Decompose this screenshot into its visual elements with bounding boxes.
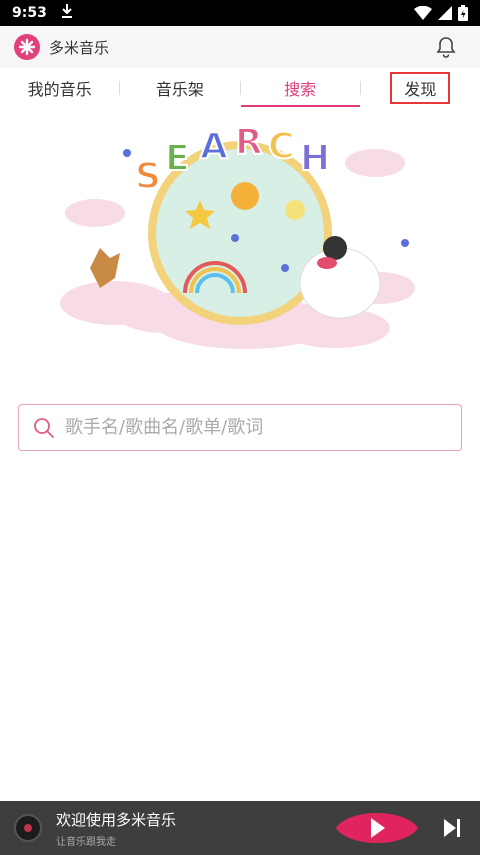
album-disc-icon[interactable] xyxy=(14,814,42,842)
svg-text:C: C xyxy=(268,126,294,167)
svg-text:R: R xyxy=(235,122,263,163)
tab-search[interactable]: 搜索 xyxy=(240,68,361,108)
next-track-button[interactable] xyxy=(438,814,466,842)
svg-text:S: S xyxy=(135,156,161,197)
status-time: 9:53 xyxy=(12,5,47,21)
player-title: 欢迎使用多米音乐 xyxy=(56,810,177,829)
battery-icon xyxy=(458,5,468,21)
app-title: 多米音乐 xyxy=(49,38,110,57)
now-playing-info[interactable]: 欢迎使用多米音乐 让音乐跟我走 xyxy=(56,809,176,848)
status-bar: 9:53 xyxy=(0,0,480,26)
tab-music-shelf[interactable]: 音乐架 xyxy=(120,68,239,108)
status-icons xyxy=(414,5,468,21)
search-box[interactable] xyxy=(18,404,462,451)
player-subtitle: 让音乐跟我走 xyxy=(56,836,116,848)
search-icon xyxy=(34,417,54,438)
app-logo-icon xyxy=(14,34,40,60)
svg-text:A: A xyxy=(200,126,228,167)
search-illustration: S E A R C H xyxy=(55,118,425,388)
svg-text:H: H xyxy=(300,138,330,179)
skip-next-icon xyxy=(444,819,460,837)
tab-my-music[interactable]: 我的音乐 xyxy=(0,68,119,108)
search-input[interactable] xyxy=(65,417,445,438)
wifi-icon xyxy=(414,6,432,20)
app-bar: 多米音乐 xyxy=(0,26,480,68)
svg-text:E: E xyxy=(165,138,190,179)
play-button[interactable] xyxy=(334,806,420,850)
tab-discover[interactable]: 发现 xyxy=(361,68,480,108)
bell-icon[interactable] xyxy=(432,33,460,61)
signal-icon xyxy=(438,6,452,20)
download-icon xyxy=(61,4,73,22)
tab-bar: 我的音乐 音乐架 搜索 发现 xyxy=(0,68,480,108)
